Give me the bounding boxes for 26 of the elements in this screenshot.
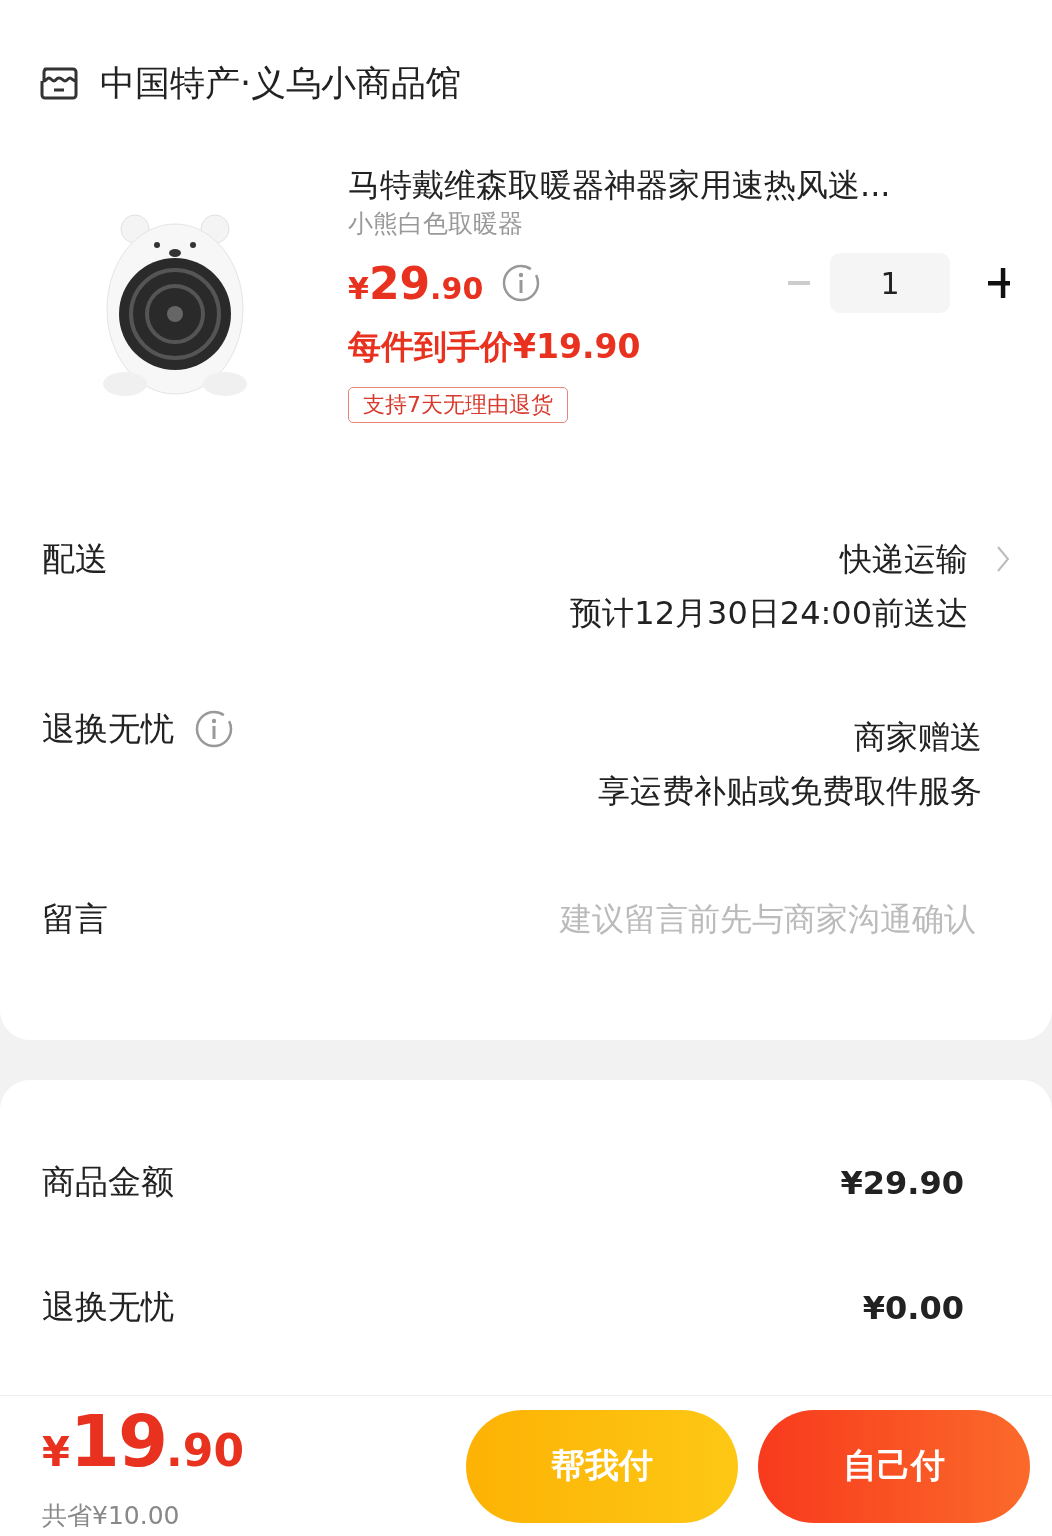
returns-detail: 享运费补贴或免费取件服务 [598,771,982,812]
savings-text: 共省¥10.00 [42,1501,181,1531]
shop-name[interactable]: 中国特产·义乌小商品馆 [100,59,462,107]
product-variant: 小熊白色取暖器 [348,208,524,240]
summary-amount: ¥29.90 [840,1163,964,1202]
minus-icon [788,280,810,286]
delivery-estimate: 预计12月30日24:00前送达 [570,593,968,634]
info-icon[interactable] [501,263,542,303]
message-field[interactable]: 建议留言前先与商家沟通确认 [476,900,976,938]
product-title[interactable]: 马特戴维森取暖器神器家用速热风迷... [348,163,1052,207]
quantity-field[interactable]: 1 [830,253,950,313]
summary-label: 商品金额 [42,1161,174,1203]
delivery-label: 配送 [42,537,108,580]
total-price: ¥19.90 [42,1401,244,1485]
plus-icon [988,268,1010,298]
info-icon[interactable] [194,709,234,749]
chevron-icon[interactable] [996,545,1010,573]
summary-label: 退换无忧 [42,1286,174,1328]
returns-label: 退换无忧 [42,707,174,750]
summary-amount: ¥0.00 [862,1288,964,1327]
product-price: ¥29.90 [348,257,484,309]
message-label: 留言 [42,897,108,940]
delivery-method[interactable]: 快递运输 [840,535,968,583]
returns-value: 商家赠送 [854,717,982,758]
return-policy-tag: 支持7天无理由退货 [348,387,568,423]
final-price: 每件到手价¥19.90 [348,326,642,368]
